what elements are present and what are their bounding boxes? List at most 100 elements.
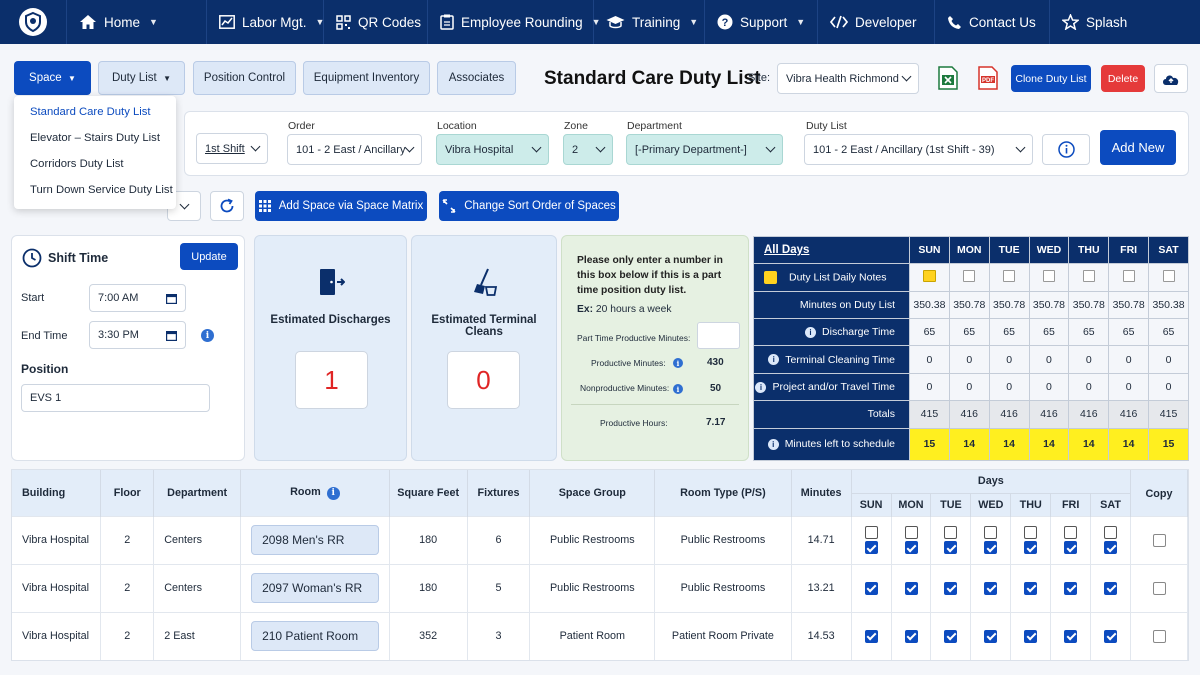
add-new-button[interactable]: Add New (1100, 130, 1176, 165)
day-checkbox-checked[interactable] (1104, 541, 1118, 554)
daily-note-cell[interactable] (1068, 263, 1110, 292)
day-checkbox-checked[interactable] (1064, 541, 1078, 554)
day-checkbox-checked[interactable] (864, 541, 878, 554)
nav-support[interactable]: ? Support ▼ (704, 0, 817, 44)
daily-note-cell[interactable] (948, 263, 990, 292)
info-icon[interactable]: i (767, 438, 779, 450)
day-checkbox-checked[interactable] (1104, 581, 1118, 595)
position-control-button[interactable]: Position Control (193, 61, 296, 95)
info-icon[interactable]: i (755, 381, 767, 393)
nav-home[interactable]: Home ▼ (66, 0, 206, 44)
shift-select[interactable]: 1st Shift (196, 133, 268, 164)
excel-icon[interactable] (938, 66, 958, 90)
clone-duty-list-button[interactable]: Clone Duty List (1011, 65, 1091, 92)
col-room[interactable]: Room i (240, 470, 390, 516)
nav-training[interactable]: Training ▼ (593, 0, 704, 44)
room-link[interactable]: 2097 Woman's RR (251, 573, 379, 603)
end-time-input[interactable]: 3:30 PM (89, 321, 186, 349)
day-checkbox-unchecked[interactable] (984, 526, 998, 539)
info-icon[interactable]: i (805, 326, 817, 338)
day-checkbox-checked[interactable] (904, 541, 918, 554)
upload-button[interactable] (1154, 64, 1188, 93)
space-dropdown-button[interactable]: Space ▼ (14, 61, 91, 95)
position-input[interactable]: EVS 1 (21, 384, 210, 412)
col-space-group[interactable]: Space Group (529, 470, 656, 516)
day-checkbox-checked[interactable] (984, 581, 998, 595)
room-link[interactable]: 2098 Men's RR (251, 525, 379, 555)
info-icon[interactable]: i (673, 384, 683, 394)
nav-splash[interactable]: Splash (1049, 0, 1160, 44)
col-fixtures[interactable]: Fixtures (467, 470, 531, 516)
associates-button[interactable]: Associates (437, 61, 516, 95)
duty-list-select[interactable]: 101 - 2 East / Ancillary (1st Shift - 39… (804, 134, 1033, 165)
day-checkbox-checked[interactable] (864, 581, 878, 595)
menu-item-standard-care[interactable]: Standard Care Duty List (30, 106, 151, 118)
info-icon[interactable]: i (768, 354, 780, 366)
day-checkbox-unchecked[interactable] (944, 526, 958, 539)
daily-note-cell[interactable] (1148, 263, 1189, 292)
day-checkbox-checked[interactable] (1064, 581, 1078, 595)
col-room-type[interactable]: Room Type (P/S) (654, 470, 792, 516)
estimated-discharges-input[interactable]: 1 (295, 351, 368, 409)
day-checkbox-unchecked[interactable] (1064, 526, 1078, 539)
day-checkbox-checked[interactable] (1024, 581, 1038, 595)
update-button[interactable]: Update (180, 243, 238, 270)
day-checkbox-checked[interactable] (984, 541, 998, 554)
equipment-inventory-button[interactable]: Equipment Inventory (303, 61, 430, 95)
daily-note-cell[interactable] (988, 263, 1030, 292)
col-floor[interactable]: Floor (100, 470, 155, 516)
day-checkbox-unchecked[interactable] (904, 526, 918, 539)
day-checkbox-checked[interactable] (984, 629, 998, 643)
site-select[interactable]: Vibra Health Richmond (777, 63, 919, 94)
info-icon[interactable]: i (201, 329, 214, 342)
info-icon[interactable]: i (673, 358, 683, 368)
start-time-input[interactable]: 7:00 AM (89, 284, 186, 312)
nav-developer[interactable]: Developer (817, 0, 934, 44)
nav-contact-us[interactable]: Contact Us (934, 0, 1049, 44)
duty-list-dropdown-button[interactable]: Duty List ▼ (98, 61, 185, 95)
change-sort-order-button[interactable]: Change Sort Order of Spaces (439, 191, 619, 221)
add-space-via-space-matrix-button[interactable]: Add Space via Space Matrix (255, 191, 427, 221)
col-department[interactable]: Department (153, 470, 242, 516)
part-time-minutes-input[interactable] (697, 322, 740, 349)
day-checkbox-checked[interactable] (1024, 629, 1038, 643)
col-minutes[interactable]: Minutes (791, 470, 852, 516)
menu-item-corridors[interactable]: Corridors Duty List (30, 158, 124, 170)
daily-note-cell[interactable] (1108, 263, 1150, 292)
copy-checkbox[interactable] (1152, 533, 1166, 547)
nav-employee-rounding[interactable]: Employee Rounding ▼ (427, 0, 601, 44)
day-checkbox-checked[interactable] (944, 629, 958, 643)
pdf-icon[interactable]: PDF (978, 66, 998, 90)
day-checkbox-checked[interactable] (1064, 629, 1078, 643)
logo[interactable] (0, 0, 66, 44)
room-link[interactable]: 210 Patient Room (251, 621, 379, 652)
col-square-feet[interactable]: Square Feet (389, 470, 468, 516)
nav-qr-codes[interactable]: QR Codes (323, 0, 427, 44)
info-button[interactable] (1042, 134, 1090, 165)
order-select[interactable]: 101 - 2 East / Ancillary (287, 134, 422, 165)
department-select[interactable]: [-Primary Department-] (626, 134, 783, 165)
daily-note-cell[interactable] (909, 263, 950, 292)
zone-select[interactable]: 2 (563, 134, 613, 165)
day-checkbox-unchecked[interactable] (1104, 526, 1118, 539)
day-checkbox-checked[interactable] (944, 581, 958, 595)
location-select[interactable]: Vibra Hospital (436, 134, 549, 165)
copy-checkbox[interactable] (1152, 581, 1166, 595)
menu-item-elevator-stairs[interactable]: Elevator – Stairs Duty List (30, 132, 160, 144)
day-checkbox-checked[interactable] (864, 629, 878, 643)
day-checkbox-checked[interactable] (944, 541, 958, 554)
info-icon[interactable]: i (326, 486, 340, 500)
refresh-button[interactable] (210, 191, 244, 221)
copy-checkbox[interactable] (1152, 629, 1166, 643)
menu-item-turn-down-service[interactable]: Turn Down Service Duty List (30, 184, 173, 196)
day-checkbox-checked[interactable] (904, 581, 918, 595)
daily-note-cell[interactable] (1028, 263, 1070, 292)
day-checkbox-checked[interactable] (1104, 629, 1118, 643)
delete-button[interactable]: Delete (1101, 65, 1145, 92)
day-checkbox-checked[interactable] (904, 629, 918, 643)
day-checkbox-unchecked[interactable] (864, 526, 878, 539)
all-days-link[interactable]: All Days (753, 235, 910, 265)
day-checkbox-unchecked[interactable] (1024, 526, 1038, 539)
nav-labor-mgt[interactable]: Labor Mgt. ▼ (206, 0, 324, 44)
estimated-terminal-cleans-input[interactable]: 0 (447, 351, 520, 409)
